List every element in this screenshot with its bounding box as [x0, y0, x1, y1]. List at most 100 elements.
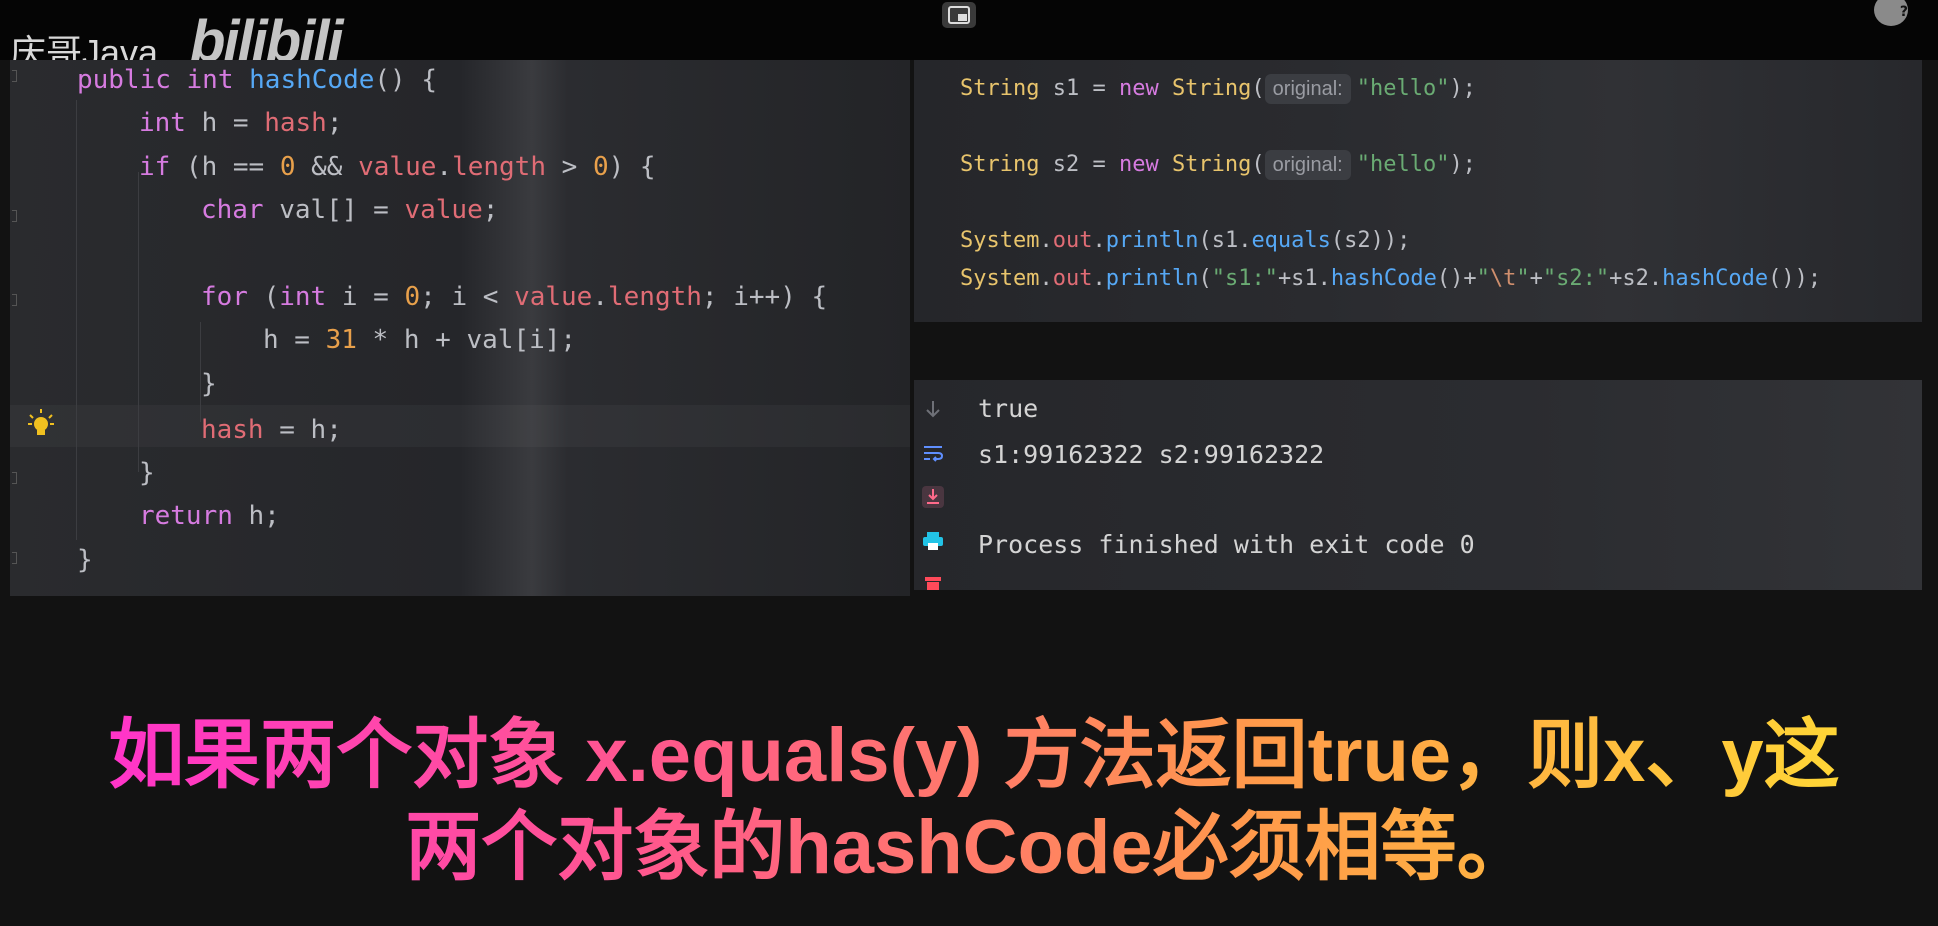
fold-marker[interactable] [12, 472, 17, 484]
code-token: ( [263, 282, 280, 312]
code-token: 0 [279, 151, 296, 182]
code-token: String [960, 152, 1053, 177]
code-token: . [1039, 228, 1053, 253]
code-token: ()); [1768, 266, 1822, 291]
code-token: if [138, 151, 186, 182]
fold-marker[interactable] [12, 552, 17, 564]
code-token: 31 [325, 325, 357, 356]
code-token: ; [482, 195, 499, 226]
code-token: ) { [608, 151, 656, 182]
code-token: h = [201, 108, 265, 139]
code-token: h = [262, 325, 326, 356]
print-icon[interactable] [922, 530, 944, 552]
fold-marker[interactable] [12, 294, 17, 306]
code-token: int [279, 282, 342, 312]
code-line: h = 31 * h + val[i]; [263, 320, 576, 360]
code-line: String s2 = new String(original: "hello")… [960, 148, 1476, 182]
code-token: val[] = [279, 195, 405, 226]
code-line: public int hashCode() { [77, 60, 437, 100]
code-token: } [76, 544, 93, 575]
code-line: int h = hash; [139, 103, 343, 143]
code-token: String [1171, 152, 1252, 177]
code-line: System.out.println("s1:"+s1.hashCode()+"… [960, 262, 1821, 296]
demo-source-editor: String s1 = new String(original: "hello")… [914, 60, 1922, 322]
code-token: public [76, 65, 187, 95]
code-token: . [592, 282, 608, 312]
code-token: System [960, 266, 1040, 291]
subtitle-line: 如果两个对象 x.equals(y) 方法返回true，则x、y这 [0, 710, 1938, 802]
code-token: () { [374, 65, 438, 95]
code-token: (s2)); [1330, 228, 1411, 253]
code-token: value [358, 151, 437, 182]
console-toolbar [914, 380, 952, 590]
hashcode-source-editor: public int hashCode() {int h = hash; if (… [10, 60, 910, 596]
code-token: \t [1489, 266, 1517, 291]
code-token: +s1. [1277, 266, 1331, 291]
fold-marker[interactable] [12, 70, 17, 82]
code-token: ( [1198, 266, 1212, 291]
code-line: hash = h; [201, 410, 342, 450]
code-line: } [139, 453, 155, 493]
code-token: " [1476, 266, 1490, 291]
code-token: . [436, 151, 453, 182]
lightbulb-icon[interactable] [28, 409, 54, 439]
code-token: 0 [592, 151, 609, 182]
code-token: . [1039, 266, 1053, 291]
code-token: String [1171, 76, 1252, 101]
parameter-hint: original: [1264, 150, 1351, 180]
code-token: "hello" [1356, 152, 1450, 177]
console-output-line: true [978, 394, 1039, 423]
code-line: String s1 = new String(original: "hello")… [960, 72, 1476, 106]
code-token: hash [200, 414, 264, 445]
code-token: + [1529, 266, 1543, 291]
code-token: . [1092, 228, 1106, 253]
code-line: } [201, 364, 217, 404]
fold-marker[interactable] [12, 210, 17, 222]
soft-wrap-icon[interactable] [922, 442, 944, 464]
code-token: println [1105, 228, 1199, 253]
code-token: " [1516, 266, 1530, 291]
code-token: ()+ [1436, 266, 1477, 291]
code-token: hashCode [1330, 266, 1437, 291]
code-line: char val[] = value; [201, 190, 498, 230]
subtitle-line: 两个对象的hashCode必须相等。 [0, 802, 1938, 894]
code-token: hash [264, 108, 327, 139]
code-token: ; [326, 108, 343, 139]
code-token: char [200, 195, 280, 226]
code-token: length [608, 282, 702, 312]
code-token: hashCode [1662, 266, 1769, 291]
code-token: return [138, 501, 249, 532]
code-token: String [960, 76, 1053, 101]
code-token: s2 = [1052, 152, 1119, 177]
subtitle-caption: 如果两个对象 x.equals(y) 方法返回true，则x、y这 两个对象的h… [0, 710, 1938, 894]
indent-guide [138, 172, 139, 472]
code-token: ( [1251, 152, 1265, 177]
code-token: "s2:" [1542, 266, 1610, 291]
run-console: true s1:99162322 s2:99162322 Process fin… [914, 380, 1922, 590]
code-token: && [295, 151, 359, 182]
code-line: System.out.println(s1.equals(s2)); [960, 224, 1410, 258]
code-token: = h; [263, 414, 342, 445]
code-token: h; [248, 501, 280, 532]
code-token: i = [341, 282, 405, 312]
scroll-down-icon[interactable] [922, 398, 944, 420]
code-token: "s1:" [1211, 266, 1278, 291]
code-line: return h; [139, 496, 280, 536]
code-line: } [77, 540, 93, 580]
code-token: } [138, 458, 155, 489]
code-token: ); [1449, 76, 1476, 101]
picture-in-picture-icon[interactable] [942, 2, 976, 28]
scroll-to-end-icon[interactable] [922, 486, 944, 508]
code-token: out [1052, 228, 1093, 253]
code-token: println [1105, 266, 1199, 291]
clear-icon[interactable] [922, 574, 944, 590]
code-token: equals [1251, 228, 1331, 253]
code-token: new [1118, 76, 1172, 101]
code-token: +s2. [1609, 266, 1663, 291]
code-token: * h + val[i]; [356, 325, 577, 356]
code-token: for [200, 282, 264, 312]
code-token: ); [1449, 152, 1476, 177]
code-token: (s1. [1198, 228, 1252, 253]
code-token: > [545, 151, 593, 182]
code-token: 0 [404, 282, 421, 312]
